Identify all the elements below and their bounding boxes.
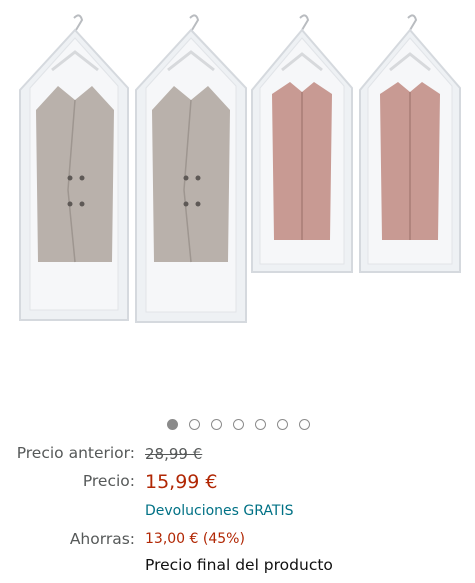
carousel-dot-7[interactable]	[299, 419, 310, 430]
carousel-dot-1[interactable]	[167, 419, 178, 430]
product-photo-svg	[19, 14, 461, 323]
carousel-dot-4[interactable]	[233, 419, 244, 430]
old-price-value: 28,99 €	[145, 445, 203, 463]
carousel-dot-3[interactable]	[211, 419, 222, 430]
vacuum-bag-3	[251, 14, 353, 273]
price-label: Precio:	[82, 472, 135, 490]
vacuum-bag-2	[135, 14, 247, 323]
vacuum-bag-1	[19, 14, 129, 321]
vacuum-bag-4	[359, 14, 461, 273]
savings-label: Ahorras:	[69, 530, 135, 548]
product-image[interactable]	[0, 0, 475, 410]
free-returns-link[interactable]: Devoluciones GRATIS	[145, 503, 293, 519]
old-price-label: Precio anterior:	[16, 444, 135, 462]
carousel-dot-5[interactable]	[255, 419, 266, 430]
carousel-dot-2[interactable]	[189, 419, 200, 430]
savings-value: 13,00 € (45%)	[145, 531, 245, 547]
carousel-dot-6[interactable]	[277, 419, 288, 430]
final-price-note: Precio final del producto	[145, 556, 333, 574]
price-value: 15,99 €	[145, 471, 218, 493]
image-carousel-dots	[0, 419, 475, 433]
